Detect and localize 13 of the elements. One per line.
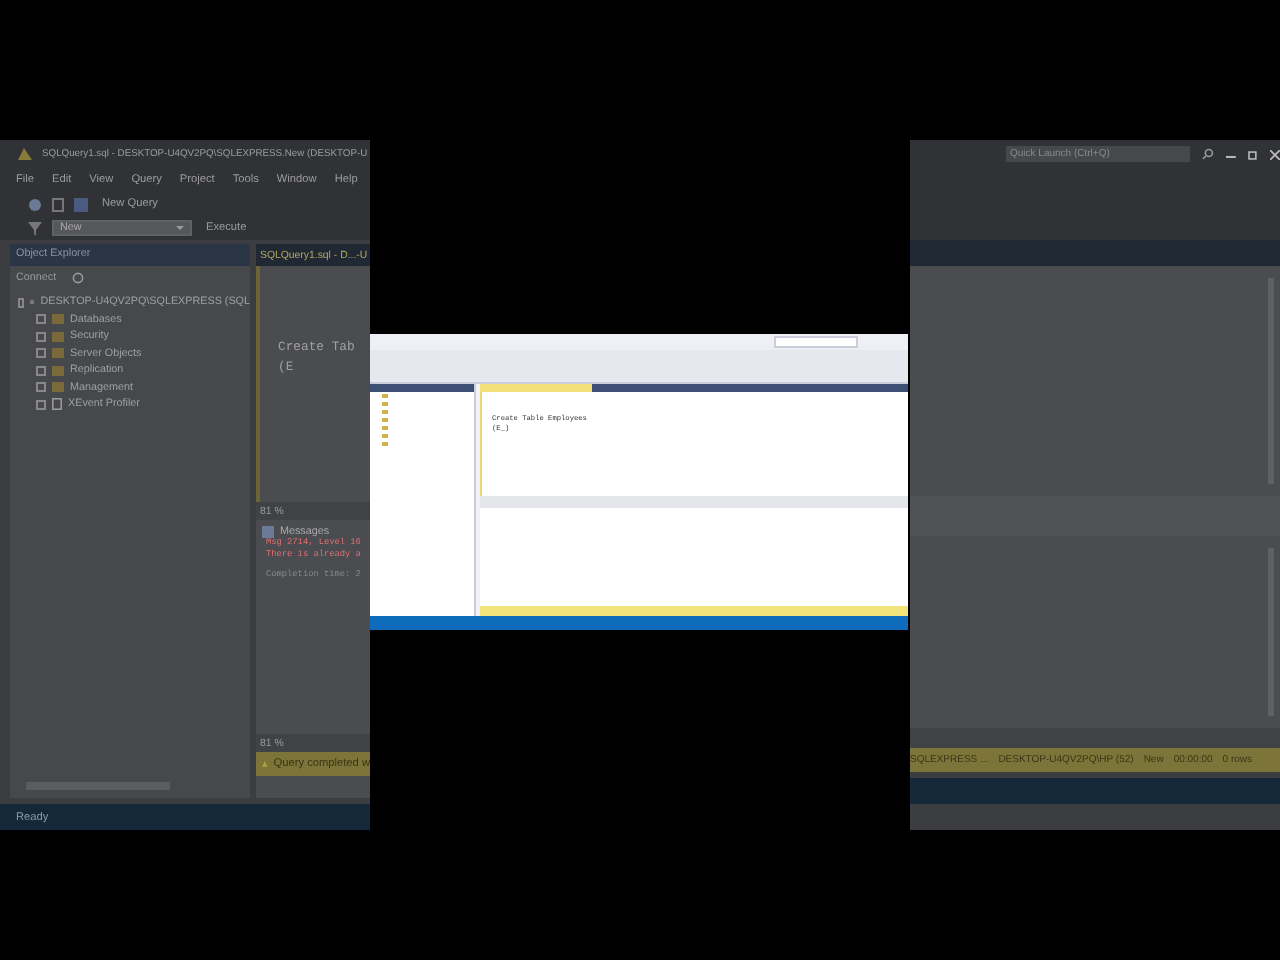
document-icon	[52, 398, 62, 411]
refresh-icon[interactable]	[72, 272, 85, 284]
search-icon[interactable]	[1202, 148, 1215, 160]
close-icon[interactable]	[1270, 149, 1280, 159]
messages-icon	[262, 526, 274, 538]
app-logo-icon	[16, 146, 34, 162]
search-field[interactable]	[774, 336, 858, 348]
warning-icon	[262, 758, 268, 770]
filter-icon[interactable]	[28, 221, 42, 235]
save-icon[interactable]	[74, 197, 88, 211]
document-icon[interactable]	[52, 197, 64, 211]
collapse-toggle[interactable]	[18, 297, 25, 308]
restore-icon[interactable]	[1248, 149, 1259, 159]
